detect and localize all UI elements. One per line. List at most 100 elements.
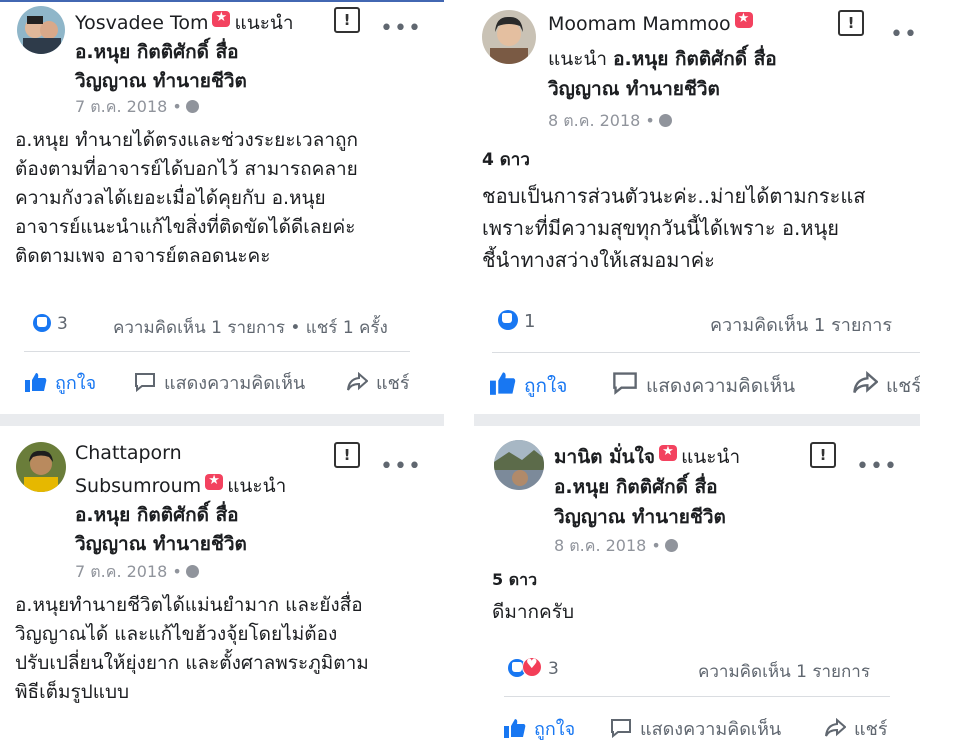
recommend-label: แนะนำ (234, 12, 294, 34)
author-name-line-2[interactable]: Subsumroum แนะนำ (75, 471, 286, 501)
review-line: ความกังวลได้เยอะเมื่อได้คุยกับ อ.หนุย (15, 187, 326, 209)
card-separator-right (474, 414, 920, 426)
comment-share-summary[interactable]: ความคิดเห็น 1 รายการ (710, 310, 892, 339)
post-date-text[interactable]: 8 ต.ค. 2018 • (554, 536, 661, 555)
author-name-line-1[interactable]: Chattaporn (75, 442, 182, 464)
like-button[interactable]: ถูกใจ (25, 368, 96, 397)
comment-icon (613, 372, 637, 395)
reaction-summary[interactable]: 3 (33, 314, 68, 334)
avatar[interactable] (482, 10, 536, 64)
share-label: แชร์ (886, 375, 920, 397)
reaction-count: 1 (524, 311, 536, 332)
review-card: Chattaporn Subsumroum แนะนำ อ.หนุย กิตติศ… (0, 426, 444, 755)
author-name[interactable]: มานิต มั่นใจ แนะนำ (554, 442, 740, 472)
page-name-line-1[interactable]: แนะนำ อ.หนุย กิตติศักดิ์ สื่อ (548, 44, 777, 74)
comment-label: แสดงความคิดเห็น (164, 373, 306, 394)
thumbs-up-icon (504, 719, 526, 738)
comment-share-summary[interactable]: ความคิดเห็น 1 รายการ • แชร์ 1 ครั้ง (113, 314, 388, 341)
post-date[interactable]: 8 ต.ค. 2018 • (548, 109, 672, 134)
author-name-text[interactable]: Subsumroum (75, 475, 201, 497)
review-line: พิธีเต็มรูปแบบ (15, 681, 130, 703)
review-text: ดีมากครับ (492, 598, 574, 627)
page-name-line-1[interactable]: อ.หนุย กิตติศักดิ์ สื่อ (75, 37, 239, 67)
page-name-line-2[interactable]: วิญญาณ ทำนายชีวิต (75, 66, 247, 96)
report-icon[interactable]: ! (838, 10, 864, 36)
avatar[interactable] (16, 442, 66, 492)
star-rating: 5 ดาว (492, 570, 538, 589)
more-options-icon[interactable]: ••• (856, 454, 898, 479)
like-button[interactable]: ถูกใจ (490, 371, 567, 401)
share-button[interactable]: แชร์ (824, 714, 888, 743)
post-date-text[interactable]: 8 ต.ค. 2018 • (548, 111, 655, 130)
author-name-text[interactable]: Moomam Mammoo (548, 13, 731, 35)
avatar[interactable] (17, 6, 65, 54)
like-button[interactable]: ถูกใจ (504, 714, 575, 743)
divider (504, 696, 890, 697)
globe-icon (664, 539, 678, 552)
comment-label: แสดงความคิดเห็น (646, 375, 796, 397)
recommend-label: แนะนำ (681, 446, 741, 468)
review-line: ปรับเปลี่ยนให้ยุ่งยาก และตั้งศาลพระภูมิต… (15, 652, 369, 674)
review-text: อ.หนุยทำนายชีวิตได้แม่นยำมาก และยังสื่อ … (15, 591, 369, 707)
comment-button[interactable]: แสดงความคิดเห็น (610, 714, 781, 743)
share-button[interactable]: แชร์ (852, 371, 920, 401)
thumbs-up-icon (25, 373, 47, 392)
comment-share-summary[interactable]: ความคิดเห็น 1 รายการ (698, 658, 870, 685)
author-name-text[interactable]: Yosvadee Tom (75, 12, 208, 34)
post-date-text[interactable]: 7 ต.ค. 2018 • (75, 97, 182, 116)
review-line: อ.หนุย ทำนายได้ตรงและช่วงระยะเวลาถูก (15, 129, 359, 151)
report-icon[interactable]: ! (334, 442, 360, 468)
recommend-icon (212, 10, 231, 27)
post-date[interactable]: 7 ต.ค. 2018 • (75, 560, 199, 585)
review-line: อ.หนุยทำนายชีวิตได้แม่นยำมาก และยังสื่อ (15, 594, 363, 616)
share-label: แชร์ (376, 373, 410, 394)
page-name-line-2[interactable]: วิญญาณ ทำนายชีวิต (75, 529, 247, 559)
page-name-text[interactable]: อ.หนุย กิตติศักดิ์ สื่อ (613, 48, 777, 70)
card-separator-left (0, 414, 444, 426)
review-line: ชอบเป็นการส่วนตัวนะค่ะ..ม่ายได้ตามกระแส (482, 184, 866, 208)
like-reaction-icon (498, 310, 518, 330)
more-options-icon[interactable]: ••• (890, 22, 920, 47)
star-rating: 4 ดาว (482, 150, 530, 170)
page-name-line-2[interactable]: วิญญาณ ทำนายชีวิต (548, 74, 720, 104)
reaction-summary[interactable]: 3 (508, 657, 559, 679)
recommend-icon (734, 11, 753, 28)
review-text: อ.หนุย ทำนายได้ตรงและช่วงระยะเวลาถูก ต้อ… (15, 126, 358, 271)
more-options-icon[interactable]: ••• (380, 16, 422, 41)
author-name[interactable]: Moomam Mammoo (548, 11, 753, 35)
post-date[interactable]: 7 ต.ค. 2018 • (75, 95, 199, 120)
like-label: ถูกใจ (524, 375, 568, 397)
review-card: Moomam Mammoo แนะนำอ.หนุย กิตติศักดิ์ สื… (474, 2, 920, 414)
report-icon[interactable]: ! (334, 7, 360, 33)
recommend-icon (205, 473, 224, 490)
reaction-count: 3 (57, 314, 68, 334)
share-button[interactable]: แชร์ (346, 368, 410, 397)
comment-button[interactable]: แสดงความคิดเห็น (134, 368, 305, 397)
share-label: แชร์ (854, 719, 888, 740)
like-label: ถูกใจ (55, 373, 97, 394)
reaction-summary[interactable]: 1 (498, 310, 535, 332)
author-name[interactable]: Yosvadee Tom แนะนำ (75, 8, 294, 38)
review-card: Yosvadee Tom แนะนำ อ.หนุย กิตติศักดิ์ สื่… (0, 2, 444, 414)
post-date-text[interactable]: 7 ต.ค. 2018 • (75, 562, 182, 581)
review-line: วิญญาณได้ และแก้ไขฮ้วงจุ้ยโดยไม่ต้อง (15, 623, 338, 645)
page-name-line-1[interactable]: อ.หนุย กิตติศักดิ์ สื่อ (554, 472, 718, 502)
globe-icon (185, 100, 199, 113)
comment-icon (135, 373, 155, 392)
comment-label: แสดงความคิดเห็น (640, 719, 782, 740)
author-name-text[interactable]: มานิต มั่นใจ (554, 446, 655, 468)
recommend-label: แนะนำ (227, 475, 287, 497)
report-icon[interactable]: ! (810, 442, 836, 468)
reaction-count: 3 (548, 659, 559, 679)
share-icon (853, 371, 878, 394)
page-name-line-1[interactable]: อ.หนุย กิตติศักดิ์ สื่อ (75, 500, 239, 530)
more-options-icon[interactable]: ••• (380, 454, 422, 479)
avatar[interactable] (494, 440, 544, 490)
globe-icon (185, 565, 199, 578)
comment-button[interactable]: แสดงความคิดเห็น (612, 371, 795, 401)
post-date[interactable]: 8 ต.ค. 2018 • (554, 534, 678, 559)
review-card: มานิต มั่นใจ แนะนำ อ.หนุย กิตติศักดิ์ สื่… (474, 426, 920, 755)
comment-icon (611, 719, 631, 738)
love-reaction-icon (522, 657, 542, 677)
page-name-line-2[interactable]: วิญญาณ ทำนายชีวิต (554, 502, 726, 532)
